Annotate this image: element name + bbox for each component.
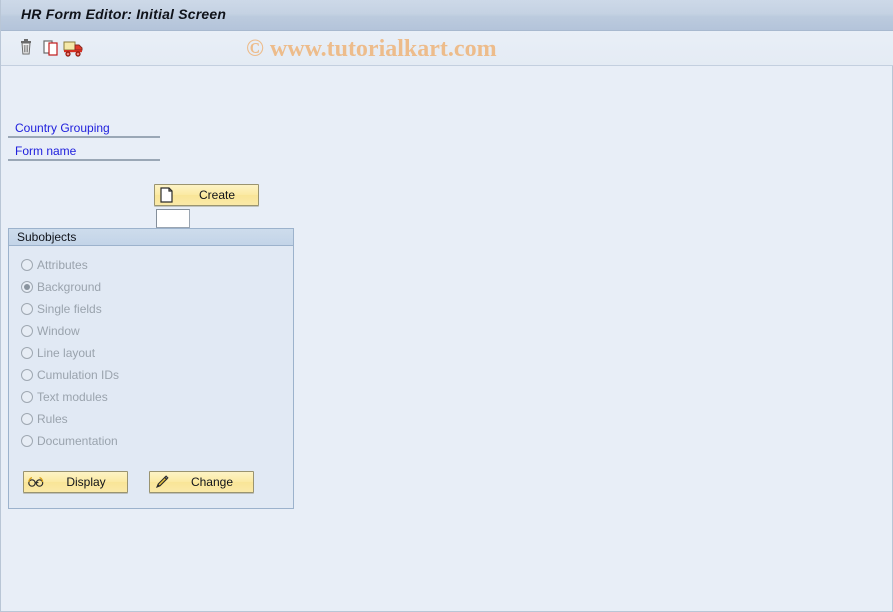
radio-option-line-layout[interactable]: Line layout [21, 344, 95, 362]
subobjects-panel-title: Subobjects [9, 229, 293, 246]
page-title: HR Form Editor: Initial Screen [21, 6, 227, 22]
radio-label: Line layout [37, 346, 96, 360]
copy-button[interactable] [39, 36, 63, 60]
glasses-icon [28, 476, 44, 487]
hr-form-editor-window: HR Form Editor: Initial Screen © www.tut… [0, 0, 893, 612]
radio-icon [21, 369, 33, 381]
radio-icon [21, 347, 33, 359]
radio-icon [21, 325, 33, 337]
radio-label: Window [37, 324, 80, 338]
country-grouping-label: Country Grouping [8, 120, 160, 138]
create-button-label: Create [198, 188, 236, 202]
radio-option-background[interactable]: Background [21, 278, 101, 296]
form-name-input[interactable] [156, 209, 190, 228]
delete-button[interactable] [14, 36, 38, 60]
radio-icon [21, 303, 33, 315]
radio-label: Background [37, 280, 102, 294]
display-button[interactable]: Display [23, 471, 128, 493]
radio-label: Attributes [37, 258, 88, 272]
radio-option-text-modules[interactable]: Text modules [21, 388, 108, 406]
radio-label: Single fields [37, 302, 102, 316]
radio-label: Rules [37, 412, 68, 426]
radio-icon [21, 391, 33, 403]
copy-icon [43, 40, 58, 56]
radio-label: Text modules [37, 390, 108, 404]
transport-truck-icon [63, 41, 83, 57]
radio-label: Documentation [37, 434, 118, 448]
change-button-label: Change [190, 475, 234, 489]
title-bar: HR Form Editor: Initial Screen [1, 0, 893, 31]
radio-option-attributes[interactable]: Attributes [21, 256, 88, 274]
display-button-label: Display [66, 475, 106, 489]
radio-icon-selected [21, 281, 33, 293]
radio-label: Cumulation IDs [37, 368, 120, 382]
subobjects-panel: Subobjects Attributes Background Single … [8, 228, 294, 509]
main-form-area: Country Grouping Algeria Form name Creat… [1, 66, 893, 612]
radio-option-cumulation-ids[interactable]: Cumulation IDs [21, 366, 119, 384]
radio-option-single-fields[interactable]: Single fields [21, 300, 102, 318]
radio-option-rules[interactable]: Rules [21, 410, 68, 428]
new-document-icon [160, 187, 173, 203]
radio-icon [21, 413, 33, 425]
form-name-label: Form name [8, 143, 160, 161]
delete-icon [21, 39, 31, 55]
radio-option-documentation[interactable]: Documentation [21, 432, 118, 450]
transport-button[interactable] [61, 36, 85, 60]
pencil-icon [156, 475, 169, 488]
create-button[interactable]: Create [154, 184, 259, 206]
radio-option-window[interactable]: Window [21, 322, 80, 340]
radio-icon [21, 435, 33, 447]
site-watermark: © www.tutorialkart.com [246, 36, 497, 62]
change-button[interactable]: Change [149, 471, 254, 493]
radio-icon [21, 259, 33, 271]
